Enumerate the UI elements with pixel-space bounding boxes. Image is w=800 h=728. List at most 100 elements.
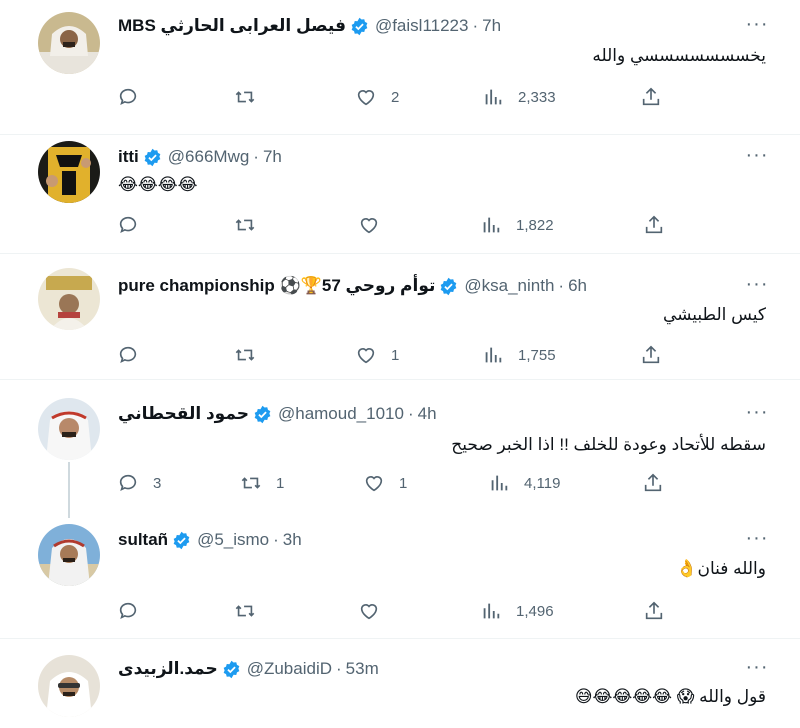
share-icon [644,473,662,492]
like-button[interactable]: 1 [355,342,399,368]
action-bar: 1 1,755 [0,342,800,368]
handle[interactable]: @ksa_ninth [464,276,554,296]
more-icon[interactable]: ··· [744,274,770,296]
like-button[interactable]: 2 [355,84,399,110]
verified-badge-icon [350,17,369,36]
reply-button[interactable] [117,598,153,624]
tweet-header: MBS فيصل العرابى الحارثي @faisl11223 · 7… [118,14,501,38]
like-count: 2 [391,88,400,106]
display-name[interactable]: حمود القحطاني [118,404,249,424]
avatar[interactable] [38,524,100,586]
more-icon[interactable]: ··· [744,657,770,679]
handle[interactable]: @ZubaidiD [247,659,332,679]
tweet[interactable]: sultañ @5_ismo · 3h ··· والله فنان👌 1,49… [0,510,800,638]
views-button[interactable]: 1,755 [482,342,556,368]
views-count: 1,822 [516,216,554,234]
views-count: 2,333 [518,88,556,106]
views-icon [485,89,502,105]
verified-badge-icon [143,148,162,167]
like-button[interactable] [358,212,394,238]
action-bar: 3 1 1 4,119 [0,470,800,496]
views-button[interactable]: 1,822 [480,212,554,238]
more-icon[interactable]: ··· [744,14,770,36]
like-button[interactable] [358,598,394,624]
reply-button[interactable] [117,212,153,238]
avatar[interactable] [38,655,100,717]
heart-icon [360,218,378,234]
share-button[interactable] [642,470,664,496]
views-icon [485,347,502,363]
display-name[interactable]: itti [118,147,139,167]
timestamp[interactable]: 7h [263,147,282,167]
share-button[interactable] [640,84,662,110]
display-name[interactable]: sultañ [118,530,168,550]
separator-dot: · [407,404,414,423]
verified-badge-icon [172,531,191,550]
heart-icon [365,476,383,492]
verified-badge-icon [439,277,458,296]
tweet[interactable]: MBS فيصل العرابى الحارثي @faisl11223 · 7… [0,0,800,134]
views-button[interactable]: 4,119 [488,470,560,496]
retweet-icon [235,91,255,103]
handle[interactable]: @faisl11223 [375,16,469,36]
tweet-text: سقطه للأتحاد وعودة للخلف !! اذا الخبر صح… [451,435,766,454]
more-icon[interactable]: ··· [744,402,770,424]
retweet-button[interactable]: 1 [240,470,284,496]
retweet-button[interactable] [234,342,270,368]
tweet-text: كيس الطبيشي [662,305,766,324]
reply-button[interactable]: 3 [117,470,161,496]
timestamp[interactable]: 6h [568,276,587,296]
like-button[interactable]: 1 [363,470,407,496]
heart-icon [357,348,375,364]
display-name[interactable]: pure championship ⚽🏆توأم روحي 57 [118,276,435,296]
avatar[interactable] [38,398,100,460]
tweet[interactable]: حمد.الزبيدى @ZubaidiD · 53m ··· قول والل… [0,639,800,728]
more-icon[interactable]: ··· [744,528,770,550]
reply-icon [119,602,137,619]
handle[interactable]: @666Mwg [168,147,250,167]
avatar[interactable] [38,268,100,330]
share-icon [645,215,663,234]
views-button[interactable]: 2,333 [482,84,556,110]
retweet-count: 1 [276,474,285,492]
retweet-button[interactable] [234,212,270,238]
timestamp[interactable]: 53m [346,659,379,679]
views-count: 1,496 [516,602,554,620]
share-icon [645,601,663,620]
views-count: 1,755 [518,346,556,364]
display-name[interactable]: حمد.الزبيدى [118,659,218,679]
views-icon [483,217,500,233]
reply-button[interactable] [117,84,153,110]
handle[interactable]: @5_ismo [197,530,269,550]
display-name[interactable]: MBS فيصل العرابى الحارثي [118,16,346,36]
timestamp[interactable]: 4h [418,404,437,424]
reply-icon [119,88,137,105]
tweet[interactable]: itti @666Mwg · 7h ··· 😂😂😂😂 1,822 [0,135,800,253]
avatar[interactable] [38,12,100,74]
retweet-button[interactable] [234,84,270,110]
action-bar: 1,822 [0,212,800,238]
tweet-text: يخسسسسسسسي والله [592,46,766,65]
more-icon[interactable]: ··· [744,145,770,167]
retweet-button[interactable] [234,598,270,624]
handle[interactable]: @hamoud_1010 [278,404,404,424]
views-button[interactable]: 1,496 [480,598,554,624]
tweet[interactable]: حمود القحطاني @hamoud_1010 · 4h ··· سقطه… [0,380,800,500]
avatar[interactable] [38,141,100,203]
views-icon [491,475,508,491]
share-button[interactable] [643,212,665,238]
tweet-header: حمود القحطاني @hamoud_1010 · 4h [118,402,437,426]
retweet-icon [235,605,255,617]
share-icon [642,345,660,364]
verified-badge-icon [222,660,241,679]
tweet-text: قول والله 😱 😂😂😂😂😅 [574,687,766,706]
reply-icon [119,346,137,363]
timestamp[interactable]: 3h [283,530,302,550]
tweet-header: itti @666Mwg · 7h [118,145,282,169]
timestamp[interactable]: 7h [482,16,501,36]
tweet[interactable]: pure championship ⚽🏆توأم روحي 57 @ksa_ni… [0,254,800,379]
reply-button[interactable] [117,342,153,368]
share-button[interactable] [640,342,662,368]
share-button[interactable] [643,598,665,624]
separator-dot: · [558,276,565,295]
